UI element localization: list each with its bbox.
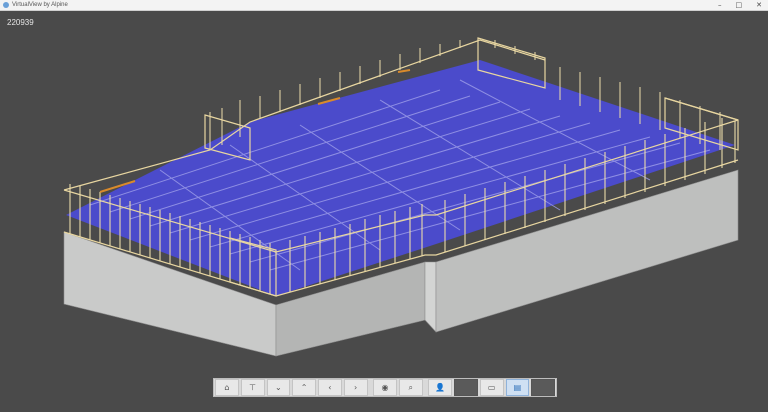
maximize-button[interactable]: □	[736, 0, 743, 10]
minimize-button[interactable]: –	[718, 0, 722, 10]
previous-button[interactable]: ‹	[318, 379, 342, 396]
app-logo-icon	[3, 2, 9, 8]
user-button[interactable]: 👤	[428, 379, 452, 396]
model-id-label: 220939	[7, 18, 34, 27]
home-button[interactable]: ⌂	[215, 379, 239, 396]
foundation-notch	[424, 261, 437, 333]
view-toolbar: ⌂ ⊤ ⌄ ⌃ ‹ › ◉ ⌕ 👤 ▭ ▤	[213, 378, 557, 397]
visibility-button[interactable]: ◉	[373, 379, 397, 396]
3d-viewport[interactable]	[0, 11, 768, 412]
window-title: VirtualView by Alpine	[12, 2, 68, 8]
level-down-button[interactable]: ⌄	[266, 379, 291, 396]
measure-button[interactable]: ▭	[479, 379, 504, 396]
next-button[interactable]: ›	[343, 379, 368, 396]
title-bar: VirtualView by Alpine – □ ✕	[0, 0, 768, 11]
layers-button[interactable]: ▤	[505, 379, 530, 396]
disabled-slot-2	[531, 379, 555, 396]
top-view-button[interactable]: ⊤	[240, 379, 265, 396]
level-up-button[interactable]: ⌃	[292, 379, 316, 396]
zoom-button[interactable]: ⌕	[398, 379, 423, 396]
disabled-slot	[454, 379, 478, 396]
window-controls: – □ ✕	[718, 0, 762, 10]
close-button[interactable]: ✕	[756, 0, 762, 10]
